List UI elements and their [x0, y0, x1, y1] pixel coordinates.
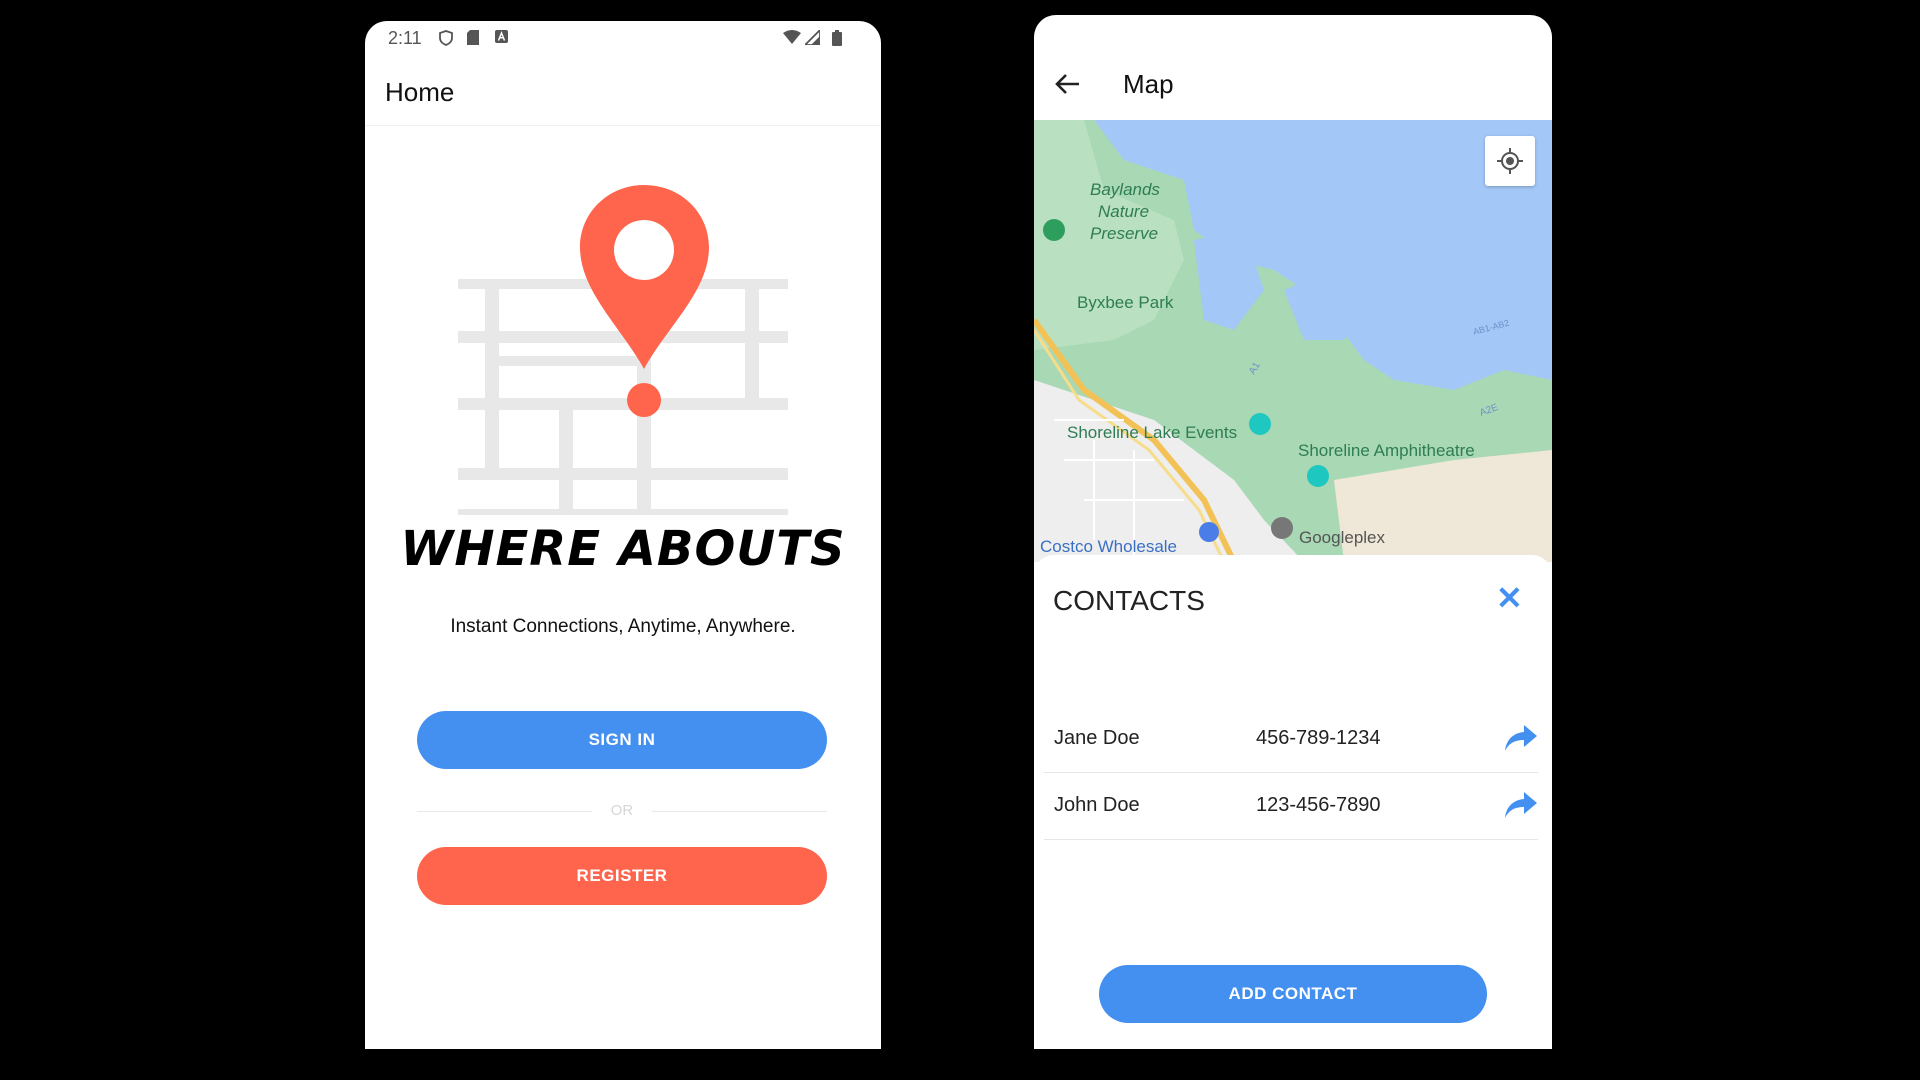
map-label-costco: Costco Wholesale: [1040, 537, 1177, 556]
status-bar: 2:11: [365, 21, 881, 59]
contact-name: Jane Doe: [1054, 727, 1140, 749]
map-label-baylands-1: Baylands: [1090, 180, 1160, 199]
tagline: Instant Connections, Anytime, Anywhere.: [450, 616, 796, 637]
back-arrow-icon[interactable]: [1054, 69, 1080, 103]
event-marker-icon[interactable]: [1249, 413, 1271, 435]
app-brand-title: WHERE ABOUTS: [400, 521, 846, 577]
share-arrow-icon[interactable]: [1504, 723, 1538, 753]
map-view[interactable]: Baylands Nature Preserve Byxbee Park Sho…: [1034, 120, 1552, 562]
venue-marker-icon[interactable]: [1307, 465, 1329, 487]
contact-row[interactable]: John Doe 123-456-7890: [1044, 772, 1538, 840]
map-label-googleplex: Googleplex: [1299, 528, 1386, 547]
a-icon: [495, 30, 508, 47]
map-label-baylands-2: Nature: [1098, 202, 1149, 221]
share-arrow-icon[interactable]: [1504, 790, 1538, 820]
hero-illustration: [458, 185, 788, 515]
park-marker-icon[interactable]: [1043, 219, 1065, 241]
contact-phone: 123-456-7890: [1256, 794, 1381, 816]
or-divider: OR: [417, 801, 827, 821]
wifi-icon: [783, 30, 801, 48]
add-contact-button[interactable]: ADD CONTACT: [1099, 965, 1487, 1023]
map-label-byxbee: Byxbee Park: [1077, 293, 1174, 312]
my-location-icon: [1497, 148, 1523, 174]
contact-row[interactable]: Jane Doe 456-789-1234: [1044, 705, 1538, 773]
my-location-button[interactable]: [1485, 136, 1535, 186]
contact-phone: 456-789-1234: [1256, 727, 1381, 749]
signal-icon: [802, 27, 821, 49]
page-title: Map: [1123, 69, 1174, 99]
map-label-baylands-3: Preserve: [1090, 224, 1158, 243]
status-time: 2:11: [388, 28, 422, 48]
contact-name: John Doe: [1054, 794, 1140, 816]
or-line-right: [652, 811, 827, 812]
map-label-amphitheatre: Shoreline Amphitheatre: [1298, 441, 1475, 460]
shield-icon: [439, 30, 453, 50]
shopping-marker-icon[interactable]: [1199, 522, 1219, 542]
place-marker-icon[interactable]: [1271, 517, 1293, 539]
home-screen: 2:11 Home WHERE ABOUTS Instant Connectio…: [365, 21, 881, 1049]
sign-in-button[interactable]: SIGN IN: [417, 711, 827, 769]
battery-icon: [832, 30, 842, 50]
close-icon[interactable]: ✕: [1496, 579, 1523, 617]
map-label-shoreline-lake: Shoreline Lake Events: [1067, 423, 1237, 442]
sheet-title: CONTACTS: [1053, 585, 1205, 616]
register-button[interactable]: REGISTER: [417, 847, 827, 905]
page-title: Home: [385, 77, 455, 107]
map-screen: Map Baylands Nature Preserve Byxbee Park…: [1034, 15, 1552, 1049]
appbar-divider: [365, 125, 881, 126]
sd-card-icon: [467, 30, 479, 49]
